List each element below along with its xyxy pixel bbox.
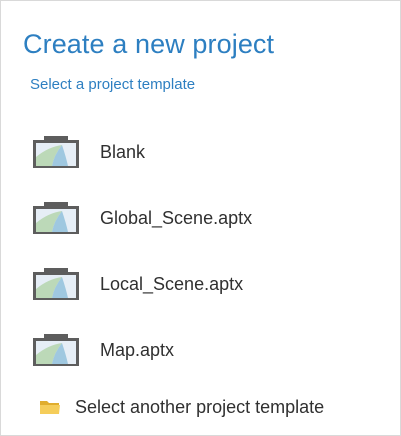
project-template-icon	[33, 136, 79, 168]
page-title: Create a new project	[23, 29, 275, 59]
template-label: Local_Scene.aptx	[100, 273, 244, 294]
template-item-global-scene[interactable]: Global_Scene.aptx	[1, 185, 400, 251]
select-another-template-button[interactable]: Select another project template	[1, 389, 400, 425]
template-list: Blank Global_Scene.aptx Local_Scene.aptx	[1, 119, 400, 383]
folder-open-icon	[40, 401, 60, 414]
select-template-label: Select a project template	[30, 76, 196, 93]
template-item-map[interactable]: Map.aptx	[1, 317, 400, 383]
select-another-template-label: Select another project template	[75, 396, 325, 417]
template-label: Map.aptx	[100, 339, 175, 360]
project-template-icon	[33, 268, 79, 300]
template-label: Blank	[100, 141, 146, 162]
template-item-local-scene[interactable]: Local_Scene.aptx	[1, 251, 400, 317]
project-template-icon	[33, 334, 79, 366]
template-label: Global_Scene.aptx	[100, 207, 253, 228]
create-project-panel: Create a new project Select a project te…	[0, 0, 401, 436]
project-template-icon	[33, 202, 79, 234]
template-item-blank[interactable]: Blank	[1, 119, 400, 185]
